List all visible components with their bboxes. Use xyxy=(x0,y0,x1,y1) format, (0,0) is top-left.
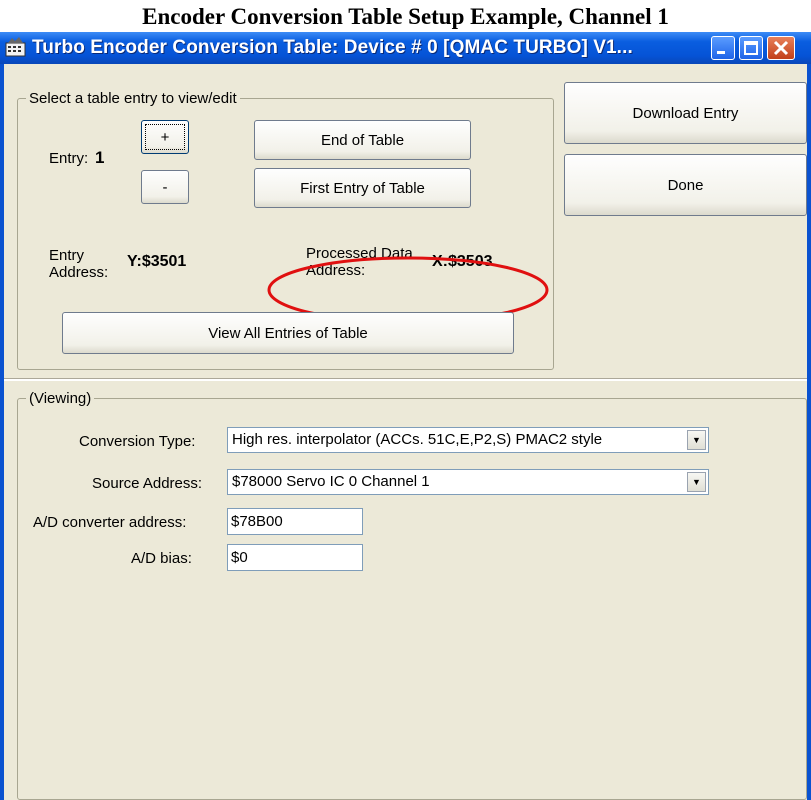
document-caption: Encoder Conversion Table Setup Example, … xyxy=(142,4,669,29)
ad-bias-label: A/D bias: xyxy=(131,550,192,567)
title-bar[interactable]: Turbo Encoder Conversion Table: Device #… xyxy=(0,32,811,64)
conversion-table-window: Turbo Encoder Conversion Table: Device #… xyxy=(0,32,811,800)
viewing-group: (Viewing) xyxy=(17,390,807,800)
chevron-down-icon[interactable]: ▼ xyxy=(687,472,706,492)
download-entry-button[interactable]: Download Entry xyxy=(564,82,807,144)
viewing-legend: (Viewing) xyxy=(26,390,95,407)
next-entry-button[interactable]: + xyxy=(141,120,189,154)
app-icon xyxy=(5,37,26,57)
ad-converter-address-field[interactable]: $78B00 xyxy=(227,508,363,535)
minimize-icon xyxy=(717,51,725,54)
conversion-type-label: Conversion Type: xyxy=(79,433,196,450)
section-divider xyxy=(4,378,807,381)
window-border-left xyxy=(0,64,4,800)
source-address-select[interactable]: $78000 Servo IC 0 Channel 1 ▼ xyxy=(227,469,709,495)
chevron-down-icon[interactable]: ▼ xyxy=(687,430,706,450)
entry-label: Entry: xyxy=(49,150,89,167)
previous-entry-button[interactable]: - xyxy=(141,170,189,204)
end-of-table-button[interactable]: End of Table xyxy=(254,120,471,160)
view-all-entries-button[interactable]: View All Entries of Table xyxy=(62,312,514,354)
source-address-value: $78000 Servo IC 0 Channel 1 xyxy=(232,473,430,490)
ad-bias-field[interactable]: $0 xyxy=(227,544,363,571)
entry-address-value: Y:$3501 xyxy=(127,253,187,270)
close-button[interactable] xyxy=(767,36,795,60)
entry-number: 1 xyxy=(95,148,105,167)
maximize-icon xyxy=(744,41,758,55)
minimize-button[interactable] xyxy=(711,36,735,60)
ad-converter-address-label: A/D converter address: xyxy=(33,514,187,531)
done-button[interactable]: Done xyxy=(564,154,807,216)
conversion-type-value: High res. interpolator (ACCs. 51C,E,P2,S… xyxy=(232,431,603,448)
maximize-button[interactable] xyxy=(739,36,763,60)
first-entry-button[interactable]: First Entry of Table xyxy=(254,168,471,208)
select-entry-legend: Select a table entry to view/edit xyxy=(26,90,240,107)
window-border-right xyxy=(807,64,811,800)
entry-address-label: Entry Address: xyxy=(49,247,109,281)
close-icon xyxy=(773,40,789,56)
conversion-type-select[interactable]: High res. interpolator (ACCs. 51C,E,P2,S… xyxy=(227,427,709,453)
window-title: Turbo Encoder Conversion Table: Device #… xyxy=(32,37,633,58)
source-address-label: Source Address: xyxy=(92,475,203,492)
